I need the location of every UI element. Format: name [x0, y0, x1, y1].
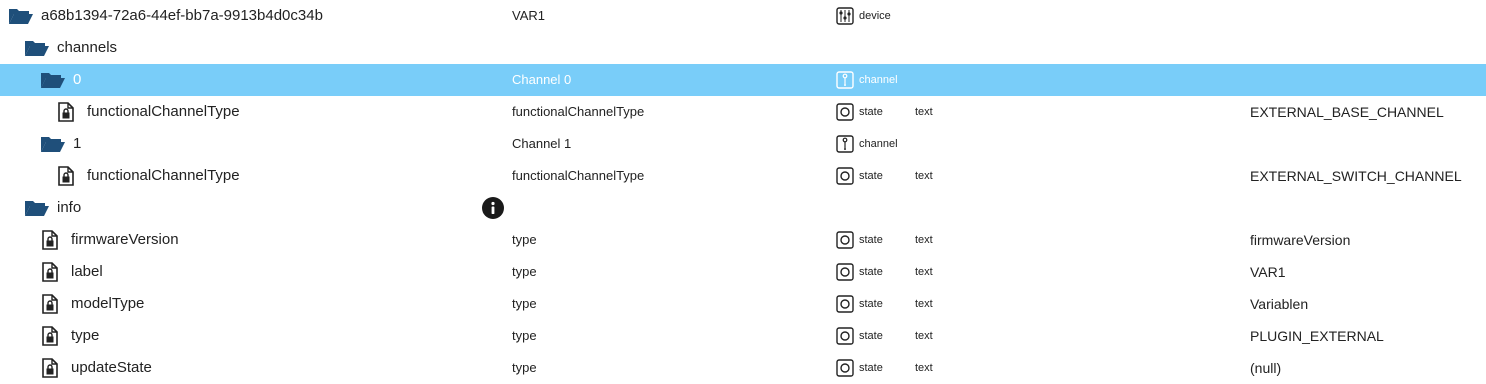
tree-row-state[interactable]: firmwareVersion type state text firmware… — [0, 224, 1486, 256]
locked-file-icon — [58, 96, 84, 128]
tree-item-label: modelType — [71, 295, 145, 312]
tree-item-label: a68b1394-72a6-44ef-bb7a-9913b4d0c34b — [41, 7, 323, 24]
tree-row-channel-0[interactable]: 0 Channel 0 channel — [0, 64, 1486, 96]
object-role: channel — [859, 138, 898, 150]
state-icon — [836, 96, 854, 128]
object-role: state — [859, 234, 883, 246]
object-tree: a68b1394-72a6-44ef-bb7a-9913b4d0c34b VAR… — [0, 0, 1486, 384]
locked-file-icon — [42, 288, 68, 320]
locked-file-icon — [42, 320, 68, 352]
tree-row-info[interactable]: info — [0, 192, 1486, 224]
tree-row-channel-1[interactable]: 1 Channel 1 channel — [0, 128, 1486, 160]
state-icon — [836, 288, 854, 320]
object-name: functionalChannelType — [512, 104, 645, 119]
locked-file-icon — [42, 256, 68, 288]
tree-item-label: functionalChannelType — [87, 167, 240, 184]
tree-item-label: functionalChannelType — [87, 103, 240, 120]
tree-row-state[interactable]: label type state text VAR1 — [0, 256, 1486, 288]
object-name: VAR1 — [512, 8, 545, 23]
tree-row-channels[interactable]: channels — [0, 32, 1486, 64]
tree-item-label: updateState — [71, 359, 152, 376]
state-icon — [836, 320, 854, 352]
state-icon — [836, 256, 854, 288]
folder-open-icon[interactable] — [24, 32, 50, 64]
tree-item-label: type — [71, 327, 100, 344]
object-role: state — [859, 266, 883, 278]
object-name: type — [512, 296, 537, 311]
object-role: state — [859, 330, 883, 342]
tree-item-label: 1 — [73, 135, 82, 152]
folder-open-icon[interactable] — [8, 0, 34, 32]
state-icon — [836, 160, 854, 192]
object-value: (null) — [1250, 360, 1282, 376]
device-icon — [836, 0, 854, 32]
object-type: text — [915, 362, 933, 374]
object-role: state — [859, 106, 883, 118]
object-name: type — [512, 232, 537, 247]
object-value: VAR1 — [1250, 264, 1286, 280]
object-type: text — [915, 298, 933, 310]
tree-row-device[interactable]: a68b1394-72a6-44ef-bb7a-9913b4d0c34b VAR… — [0, 0, 1486, 32]
object-name: Channel 1 — [512, 136, 572, 151]
object-role: device — [859, 10, 891, 22]
tree-row-state[interactable]: type type state text PLUGIN_EXTERNAL — [0, 320, 1486, 352]
tree-item-label: firmwareVersion — [71, 231, 179, 248]
state-icon — [836, 224, 854, 256]
object-value: EXTERNAL_BASE_CHANNEL — [1250, 104, 1444, 120]
folder-open-icon[interactable] — [40, 128, 66, 160]
object-value: firmwareVersion — [1250, 232, 1351, 248]
channel-icon — [836, 128, 854, 160]
object-value: EXTERNAL_SWITCH_CHANNEL — [1250, 168, 1462, 184]
object-value: PLUGIN_EXTERNAL — [1250, 328, 1384, 344]
object-role: state — [859, 298, 883, 310]
object-name: type — [512, 328, 537, 343]
object-value: Variablen — [1250, 296, 1309, 312]
locked-file-icon — [58, 160, 84, 192]
folder-open-icon[interactable] — [24, 192, 50, 224]
tree-item-label: info — [57, 199, 82, 216]
object-name: functionalChannelType — [512, 168, 645, 183]
tree-row-state[interactable]: functionalChannelType functionalChannelT… — [0, 160, 1486, 192]
object-type: text — [915, 330, 933, 342]
locked-file-icon — [42, 224, 68, 256]
object-name: type — [512, 360, 537, 375]
object-name: type — [512, 264, 537, 279]
object-type: text — [915, 106, 933, 118]
tree-item-label: channels — [57, 39, 118, 56]
object-type: text — [915, 266, 933, 278]
object-type: text — [915, 170, 933, 182]
object-role: channel — [859, 74, 898, 86]
state-icon — [836, 352, 854, 384]
folder-open-icon[interactable] — [40, 64, 66, 96]
tree-item-label: 0 — [73, 71, 82, 88]
tree-row-state[interactable]: functionalChannelType functionalChannelT… — [0, 96, 1486, 128]
object-role: state — [859, 362, 883, 374]
object-role: state — [859, 170, 883, 182]
locked-file-icon — [42, 352, 68, 384]
object-name: Channel 0 — [512, 72, 572, 87]
tree-row-state[interactable]: modelType type state text Variablen — [0, 288, 1486, 320]
tree-item-label: label — [71, 263, 103, 280]
tree-row-state[interactable]: updateState type state text (null) — [0, 352, 1486, 384]
object-type: text — [915, 234, 933, 246]
info-icon[interactable] — [482, 192, 504, 224]
channel-icon — [836, 64, 854, 96]
